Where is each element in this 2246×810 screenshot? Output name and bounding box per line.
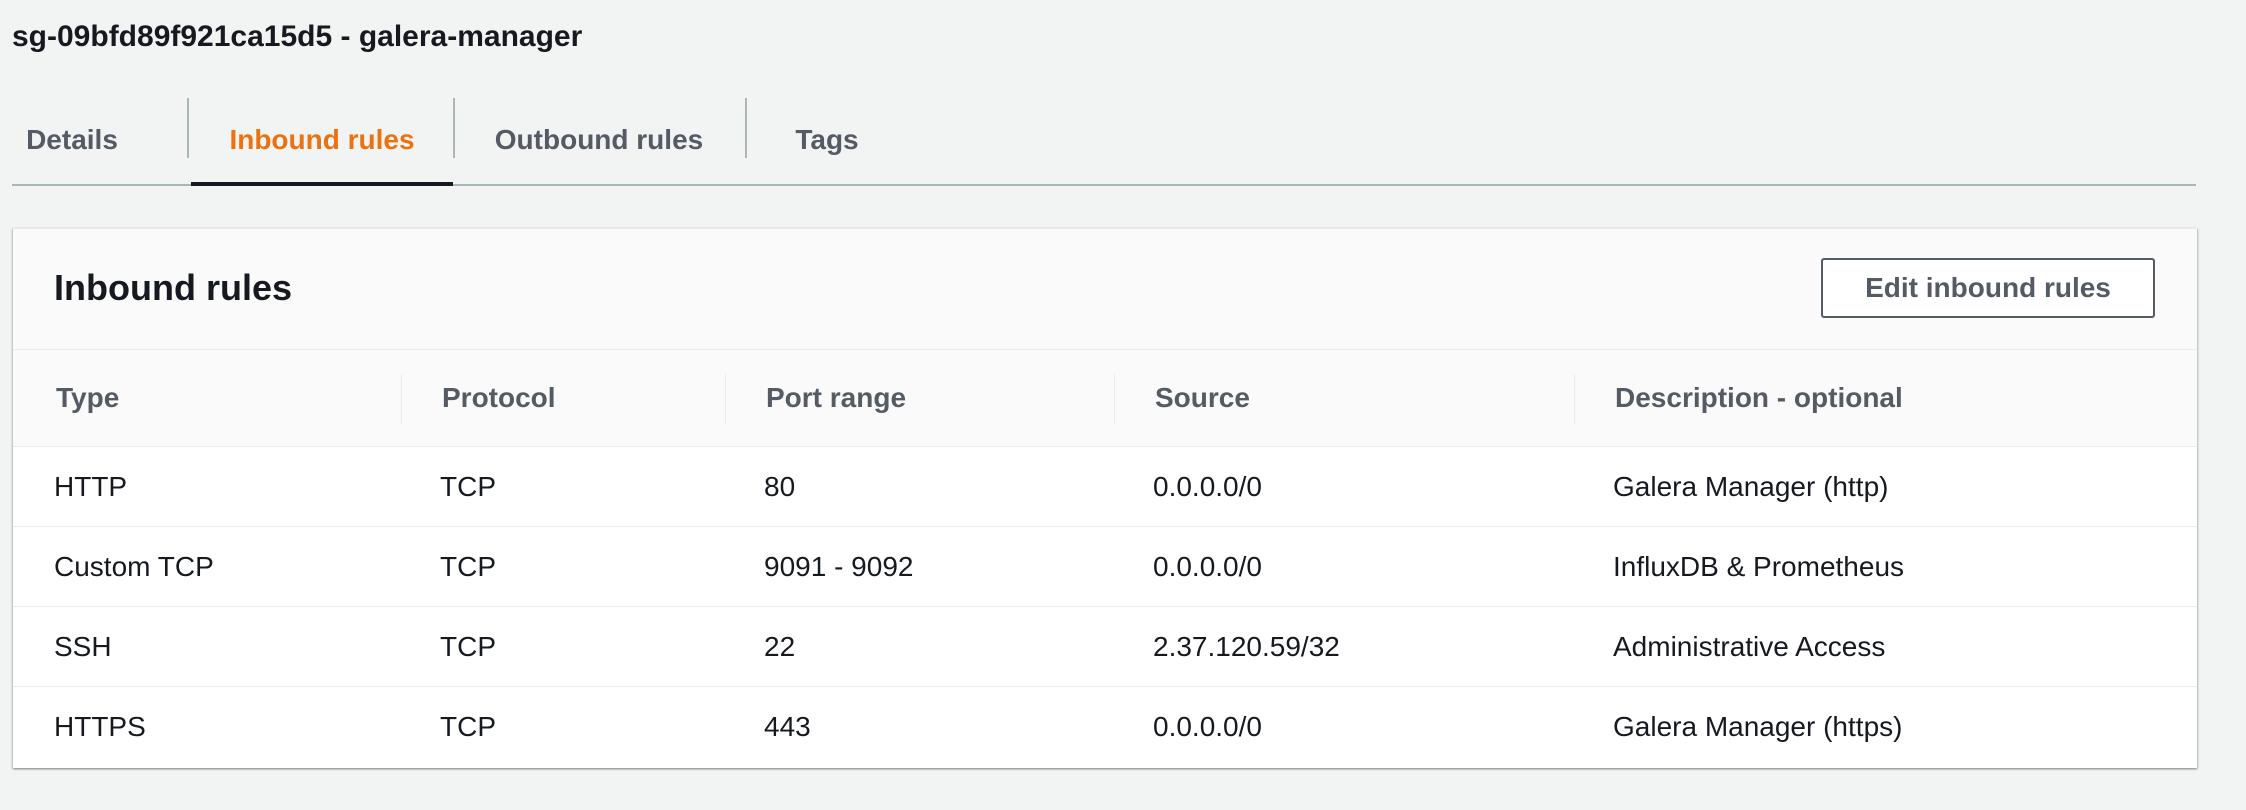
column-header-source[interactable]: Source: [1155, 350, 1250, 446]
tab-outbound-rules[interactable]: Outbound rules: [455, 96, 743, 184]
cell-type: HTTPS: [54, 710, 146, 742]
column-header-description[interactable]: Description - optional: [1615, 350, 1903, 446]
cell-type: SSH: [54, 630, 112, 662]
cell-port-range: 9091 - 9092: [764, 550, 914, 582]
tab-tags[interactable]: Tags: [747, 96, 907, 184]
panel-title: Inbound rules: [54, 267, 292, 308]
tab-divider: [187, 98, 189, 158]
cell-port-range: 80: [764, 470, 796, 502]
table-row: HTTPS TCP 443 0.0.0.0/0 Galera Manager (…: [13, 687, 2197, 767]
cell-source: 0.0.0.0/0: [1153, 710, 1262, 742]
panel-header: Inbound rules Edit inbound rules: [13, 229, 2197, 350]
table-row: Custom TCP TCP 9091 - 9092 0.0.0.0/0 Inf…: [13, 527, 2197, 607]
cell-source: 0.0.0.0/0: [1153, 470, 1262, 502]
cell-description: Administrative Access: [1613, 630, 1886, 662]
cell-protocol: TCP: [440, 630, 496, 662]
column-header-protocol[interactable]: Protocol: [442, 350, 556, 446]
tab-bar: Details Inbound rules Outbound rules Tag…: [12, 96, 2196, 186]
cell-protocol: TCP: [440, 710, 496, 742]
tab-inbound-rules[interactable]: Inbound rules: [191, 96, 453, 186]
inbound-rules-panel: Inbound rules Edit inbound rules Type Pr…: [13, 228, 2197, 768]
cell-source: 0.0.0.0/0: [1153, 550, 1262, 582]
column-divider[interactable]: [1114, 374, 1115, 424]
column-header-port-range[interactable]: Port range: [766, 350, 906, 446]
column-divider[interactable]: [725, 374, 726, 424]
cell-protocol: TCP: [440, 470, 496, 502]
cell-type: Custom TCP: [54, 550, 214, 582]
column-divider[interactable]: [1574, 374, 1575, 424]
cell-description: Galera Manager (http): [1613, 470, 1889, 502]
tab-details[interactable]: Details: [12, 96, 132, 184]
security-group-page: sg-09bfd89f921ca15d5 - galera-manager De…: [0, 0, 2246, 810]
table-row: SSH TCP 22 2.37.120.59/32 Administrative…: [13, 607, 2197, 687]
table-header: Type Protocol Port range Source Descript…: [13, 350, 2197, 447]
cell-description: InfluxDB & Prometheus: [1613, 550, 1905, 582]
cell-type: HTTP: [54, 470, 128, 502]
column-divider[interactable]: [401, 374, 402, 424]
cell-source: 2.37.120.59/32: [1153, 630, 1340, 662]
table-row: HTTP TCP 80 0.0.0.0/0 Galera Manager (ht…: [13, 447, 2197, 527]
cell-port-range: 443: [764, 710, 811, 742]
cell-port-range: 22: [764, 630, 796, 662]
column-header-type[interactable]: Type: [56, 350, 119, 446]
cell-description: Galera Manager (https): [1613, 710, 1903, 742]
cell-protocol: TCP: [440, 550, 496, 582]
page-title: sg-09bfd89f921ca15d5 - galera-manager: [12, 20, 583, 53]
edit-inbound-rules-button[interactable]: Edit inbound rules: [1821, 258, 2155, 318]
